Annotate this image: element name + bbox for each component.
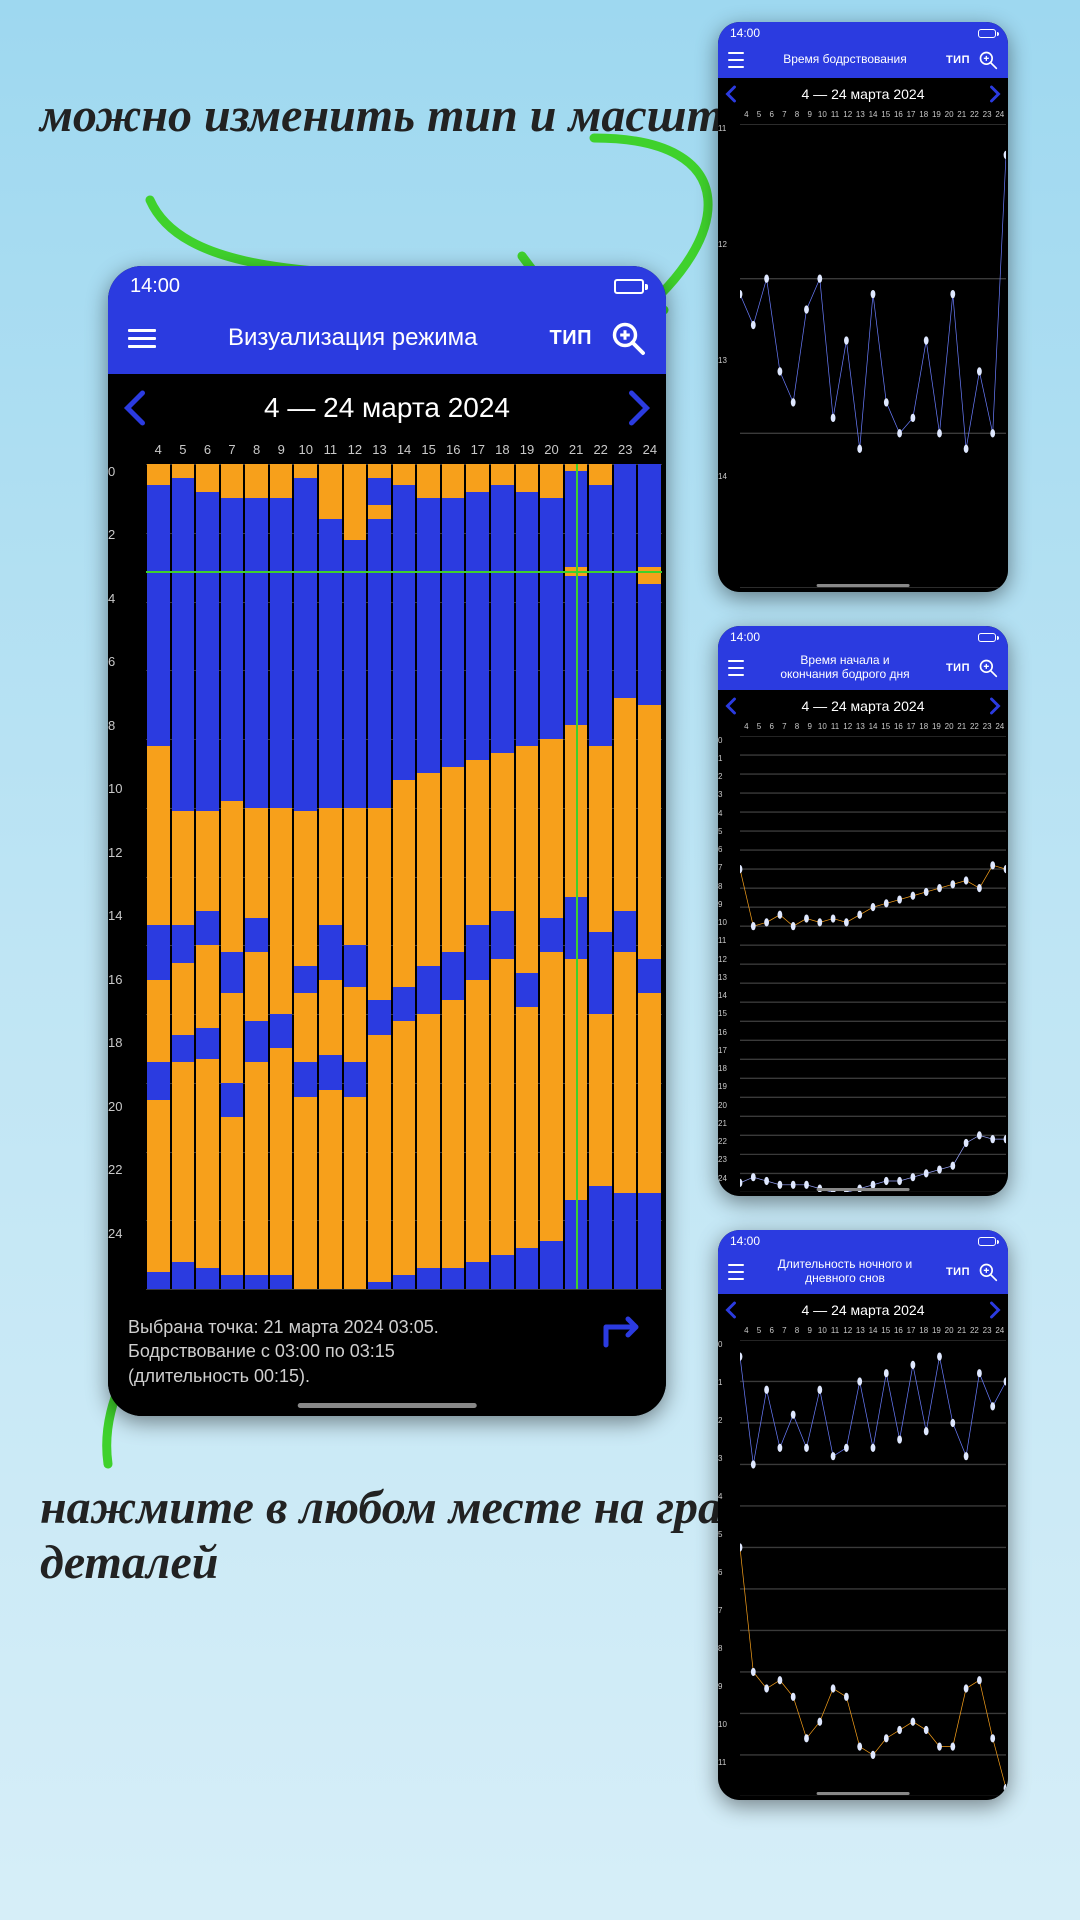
app-title: Визуализация режима (174, 324, 532, 352)
menu-icon[interactable] (728, 1264, 744, 1280)
app-bar: Визуализация режима ТИП (108, 306, 666, 374)
chevron-left-icon[interactable] (724, 84, 738, 104)
app-bar: Длительность ночного и дневного снов ТИП (718, 1252, 1008, 1294)
zoom-icon[interactable] (978, 1262, 998, 1282)
home-indicator (817, 584, 910, 587)
chevron-right-icon[interactable] (988, 696, 1002, 716)
battery-icon (978, 1237, 996, 1246)
status-bar: 14:00 (108, 266, 666, 306)
battery-icon (978, 29, 996, 38)
date-range: 4 — 24 марта 2024 (264, 392, 510, 424)
chevron-left-icon[interactable] (724, 696, 738, 716)
chevron-left-icon[interactable] (120, 388, 150, 428)
zoom-icon[interactable] (610, 320, 646, 356)
battery-icon (614, 279, 644, 294)
main-phone: 14:00 Визуализация режима ТИП 4 — 24 мар… (108, 266, 666, 1416)
app-title: Время начала и окончания бодрого дня (752, 654, 938, 682)
main-chart[interactable]: 456789101112131415161718192021222324 024… (108, 442, 666, 1301)
home-indicator (817, 1792, 910, 1795)
selection-footer: Выбрана точка: 21 марта 2024 03:05. Бодр… (108, 1301, 666, 1416)
date-range: 4 — 24 марта 2024 (802, 1302, 925, 1318)
status-time: 14:00 (730, 630, 760, 644)
zoom-icon[interactable] (978, 658, 998, 678)
selection-text: Выбрана точка: 21 марта 2024 03:05. Бодр… (128, 1315, 439, 1388)
phone-day-bounds: 14:00 Время начала и окончания бодрого д… (718, 626, 1008, 1196)
menu-icon[interactable] (728, 52, 744, 68)
app-bar: Время начала и окончания бодрого дня ТИП (718, 648, 1008, 690)
type-button[interactable]: ТИП (946, 1266, 970, 1278)
menu-icon[interactable] (128, 329, 156, 348)
home-indicator (298, 1403, 477, 1408)
status-bar: 14:00 (718, 626, 1008, 648)
chart-wake[interactable]: 456789101112131415161718192021222324 111… (718, 110, 1008, 592)
app-title: Длительность ночного и дневного снов (752, 1258, 938, 1286)
menu-icon[interactable] (728, 660, 744, 676)
date-navigator: 4 — 24 марта 2024 (718, 690, 1008, 722)
home-indicator (817, 1188, 910, 1191)
type-button[interactable]: ТИП (550, 327, 592, 350)
battery-icon (978, 633, 996, 642)
phone-wake-time: 14:00 Время бодрствования ТИП 4 — 24 мар… (718, 22, 1008, 592)
app-title: Время бодрствования (752, 53, 938, 67)
phone-sleep-len: 14:00 Длительность ночного и дневного сн… (718, 1230, 1008, 1800)
status-time: 14:00 (730, 1234, 760, 1248)
status-time: 14:00 (130, 275, 180, 298)
date-navigator: 4 — 24 марта 2024 (718, 1294, 1008, 1326)
type-button[interactable]: ТИП (946, 54, 970, 66)
chevron-right-icon[interactable] (624, 388, 654, 428)
date-navigator: 4 — 24 марта 2024 (108, 374, 666, 442)
status-bar: 14:00 (718, 1230, 1008, 1252)
date-range: 4 — 24 марта 2024 (802, 86, 925, 102)
date-range: 4 — 24 марта 2024 (802, 698, 925, 714)
go-arrow-icon[interactable] (602, 1315, 646, 1355)
chart-bounds[interactable]: 456789101112131415161718192021222324 012… (718, 722, 1008, 1196)
type-button[interactable]: ТИП (946, 662, 970, 674)
chevron-left-icon[interactable] (724, 1300, 738, 1320)
zoom-icon[interactable] (978, 50, 998, 70)
chart-sleep[interactable]: 456789101112131415161718192021222324 012… (718, 1326, 1008, 1800)
chevron-right-icon[interactable] (988, 84, 1002, 104)
status-time: 14:00 (730, 26, 760, 40)
status-bar: 14:00 (718, 22, 1008, 44)
app-bar: Время бодрствования ТИП (718, 44, 1008, 78)
date-navigator: 4 — 24 марта 2024 (718, 78, 1008, 110)
chevron-right-icon[interactable] (988, 1300, 1002, 1320)
